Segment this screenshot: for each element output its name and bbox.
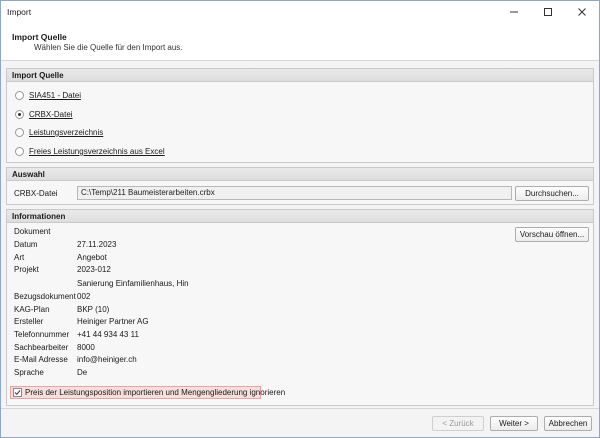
crbx-file-label: CRBX-Datei xyxy=(14,189,58,198)
footer-divider xyxy=(1,408,599,409)
info-value: De xyxy=(77,368,88,377)
file-path-input[interactable]: C:\Temp\211 Baumeisterarbeiten.crbx xyxy=(77,186,512,200)
minimize-icon xyxy=(510,11,518,13)
back-button[interactable]: < Zurück xyxy=(432,416,484,431)
wizard-header: Import Quelle Wählen Sie die Quelle für … xyxy=(1,23,599,61)
import-source-heading: Import Quelle xyxy=(7,69,593,82)
import-price-checkbox[interactable] xyxy=(13,388,22,397)
preview-button[interactable]: Vorschau öffnen... xyxy=(515,227,589,242)
window-controls xyxy=(497,1,599,23)
checkmark-icon xyxy=(14,390,21,396)
import-source-group: Import Quelle SIA451 - Datei CRBX-Datei … xyxy=(6,68,594,163)
info-key: Telefonnummer xyxy=(14,330,70,339)
radio-label: CRBX-Datei xyxy=(29,110,73,119)
selection-group: Auswahl CRBX-Datei C:\Temp\211 Baumeiste… xyxy=(6,167,594,205)
close-button[interactable] xyxy=(565,1,599,23)
wizard-title: Import Quelle xyxy=(12,32,67,42)
info-key: Ersteller xyxy=(14,317,44,326)
radio-button[interactable] xyxy=(15,91,24,100)
info-key: Datum xyxy=(14,240,38,249)
info-value: Sanierung Einfamilienhaus, Hin xyxy=(77,279,189,288)
maximize-button[interactable] xyxy=(531,1,565,23)
info-value: BKP (10) xyxy=(77,305,110,314)
next-button[interactable]: Weiter > xyxy=(490,416,538,431)
wizard-subtitle: Wählen Sie die Quelle für den Import aus… xyxy=(34,43,183,52)
maximize-icon xyxy=(544,8,552,16)
info-value: Heiniger Partner AG xyxy=(77,317,149,326)
info-value: 2023-012 xyxy=(77,265,111,274)
radio-label: Leistungsverzeichnis xyxy=(29,128,104,137)
minimize-button[interactable] xyxy=(497,1,531,23)
info-heading: Informationen xyxy=(7,210,593,223)
info-key: Dokument xyxy=(14,227,51,236)
window-title: Import xyxy=(7,7,32,17)
radio-label: Freies Leistungsverzeichnis aus Excel xyxy=(29,147,165,156)
radio-excel[interactable]: Freies Leistungsverzeichnis aus Excel xyxy=(15,147,165,156)
info-value: 27.11.2023 xyxy=(77,240,117,249)
info-key: Bezugsdokument xyxy=(14,292,76,301)
info-value: +41 44 934 43 11 xyxy=(77,330,139,339)
title-bar: Import xyxy=(1,1,599,23)
info-key: Art xyxy=(14,253,25,262)
cancel-button[interactable]: Abbrechen xyxy=(544,416,592,431)
radio-sia451[interactable]: SIA451 - Datei xyxy=(15,91,81,100)
info-group: Informationen Vorschau öffnen... Dokumen… xyxy=(6,209,594,406)
info-key: E-Mail Adresse xyxy=(14,355,68,364)
radio-leistungsverzeichnis[interactable]: Leistungsverzeichnis xyxy=(15,128,103,137)
radio-button[interactable] xyxy=(15,147,24,156)
radio-label: SIA451 - Datei xyxy=(29,91,82,100)
info-value: info@heiniger.ch xyxy=(77,355,137,364)
info-key: Sprache xyxy=(14,368,44,377)
radio-button-selected[interactable] xyxy=(15,110,24,119)
radio-button[interactable] xyxy=(15,128,24,137)
import-price-label: Preis der Leistungsposition importieren … xyxy=(25,388,286,397)
info-key: Sachbearbeiter xyxy=(14,343,69,352)
info-value: 8000 xyxy=(77,343,95,352)
info-value: Angebot xyxy=(77,253,107,262)
browse-button[interactable]: Durchsuchen... xyxy=(515,186,589,201)
radio-crbx[interactable]: CRBX-Datei xyxy=(15,110,73,119)
info-key: KAG-Plan xyxy=(14,305,50,314)
close-icon xyxy=(578,8,586,16)
import-price-option[interactable]: Preis der Leistungsposition importieren … xyxy=(10,386,285,399)
info-value: 002 xyxy=(77,292,91,301)
info-key: Projekt xyxy=(14,265,39,274)
import-dialog: Import Import Quelle Wählen Sie die Quel… xyxy=(0,0,600,438)
selection-heading: Auswahl xyxy=(7,168,593,181)
